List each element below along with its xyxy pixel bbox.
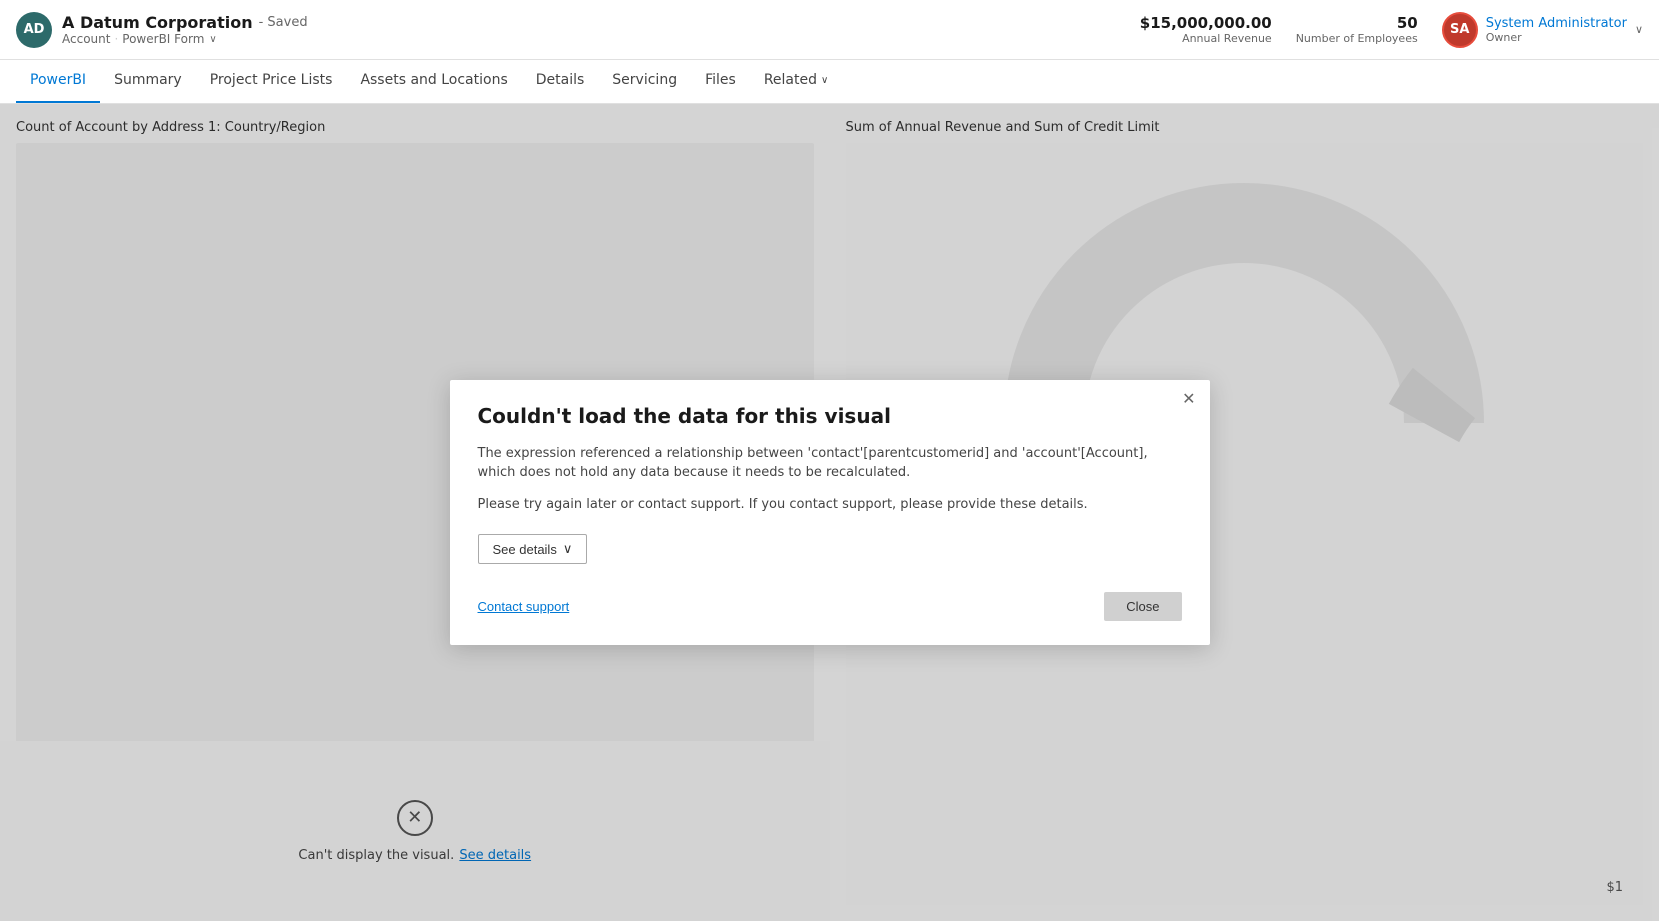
error-modal: ✕ Couldn't load the data for this visual… bbox=[450, 380, 1210, 646]
user-name: System Administrator bbox=[1486, 16, 1627, 31]
user-block[interactable]: SA System Administrator Owner ∨ bbox=[1442, 12, 1643, 48]
modal-body-text-2: Please try again later or contact suppor… bbox=[478, 495, 1182, 515]
employees-metric: 50 Number of Employees bbox=[1296, 14, 1418, 45]
user-info: System Administrator Owner bbox=[1486, 16, 1627, 44]
user-role: Owner bbox=[1486, 31, 1627, 44]
saved-label: - Saved bbox=[259, 15, 308, 30]
header-right: $15,000,000.00 Annual Revenue 50 Number … bbox=[1140, 12, 1643, 48]
header-left: AD A Datum Corporation - Saved Account ·… bbox=[16, 12, 308, 48]
breadcrumb-form[interactable]: PowerBI Form ∨ bbox=[122, 32, 216, 46]
see-details-chevron-icon: ∨ bbox=[563, 541, 573, 557]
tab-powerbi[interactable]: PowerBI bbox=[16, 59, 100, 103]
breadcrumb: Account · PowerBI Form ∨ bbox=[62, 32, 308, 46]
tab-project-price-lists[interactable]: Project Price Lists bbox=[196, 59, 347, 103]
user-chevron-icon: ∨ bbox=[1635, 23, 1643, 36]
employees-value: 50 bbox=[1397, 14, 1418, 32]
avatar-ad: AD bbox=[16, 12, 52, 48]
tab-assets-and-locations[interactable]: Assets and Locations bbox=[346, 59, 521, 103]
related-chevron-icon: ∨ bbox=[821, 75, 828, 86]
close-modal-button[interactable]: Close bbox=[1104, 592, 1181, 621]
company-title: A Datum Corporation - Saved bbox=[62, 13, 308, 32]
see-details-label: See details bbox=[493, 542, 557, 557]
modal-close-button[interactable]: ✕ bbox=[1182, 392, 1195, 408]
form-chevron-icon: ∨ bbox=[209, 34, 216, 45]
navigation: PowerBI Summary Project Price Lists Asse… bbox=[0, 60, 1659, 104]
employees-label: Number of Employees bbox=[1296, 32, 1418, 45]
avatar-sa: SA bbox=[1442, 12, 1478, 48]
tab-details[interactable]: Details bbox=[522, 59, 599, 103]
modal-overlay: ✕ Couldn't load the data for this visual… bbox=[0, 104, 1659, 921]
breadcrumb-account: Account bbox=[62, 32, 110, 46]
tab-related[interactable]: Related ∨ bbox=[750, 59, 843, 103]
main-content: Count of Account by Address 1: Country/R… bbox=[0, 104, 1659, 921]
breadcrumb-sep: · bbox=[114, 32, 118, 46]
contact-support-button[interactable]: Contact support bbox=[478, 599, 570, 614]
annual-revenue-metric: $15,000,000.00 Annual Revenue bbox=[1140, 14, 1272, 45]
annual-revenue-value: $15,000,000.00 bbox=[1140, 14, 1272, 32]
modal-body-text-1: The expression referenced a relationship… bbox=[478, 444, 1182, 483]
tab-summary[interactable]: Summary bbox=[100, 59, 196, 103]
see-details-button[interactable]: See details ∨ bbox=[478, 534, 588, 564]
tab-files[interactable]: Files bbox=[691, 59, 750, 103]
modal-title: Couldn't load the data for this visual bbox=[478, 404, 1182, 428]
header: AD A Datum Corporation - Saved Account ·… bbox=[0, 0, 1659, 60]
title-block: A Datum Corporation - Saved Account · Po… bbox=[62, 13, 308, 46]
modal-footer: Contact support Close bbox=[478, 592, 1182, 621]
company-name: A Datum Corporation bbox=[62, 13, 253, 32]
annual-revenue-label: Annual Revenue bbox=[1182, 32, 1272, 45]
tab-servicing[interactable]: Servicing bbox=[598, 59, 691, 103]
